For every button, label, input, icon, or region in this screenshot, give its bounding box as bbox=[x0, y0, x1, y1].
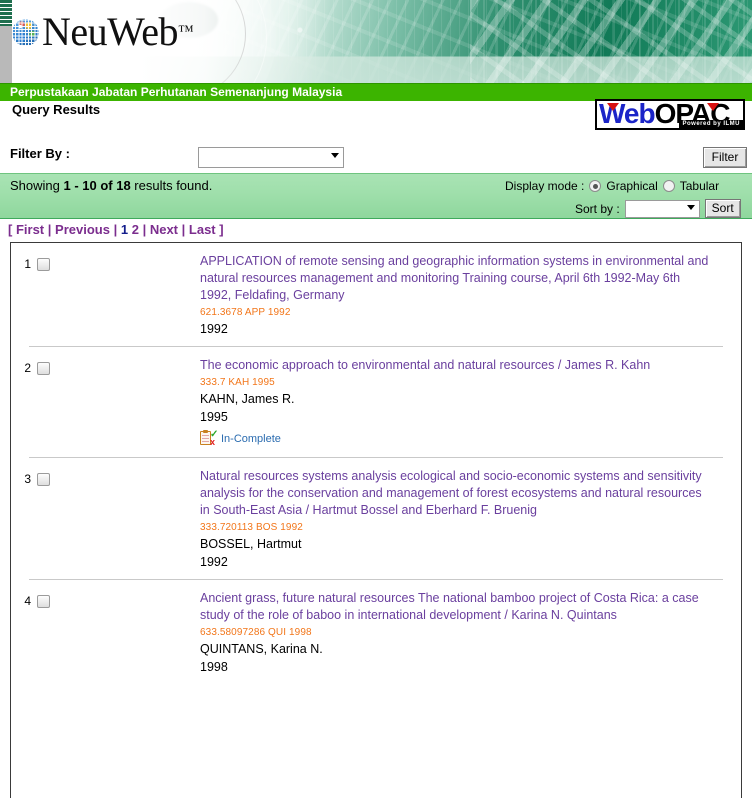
radio-graphical[interactable] bbox=[589, 180, 602, 192]
incomplete-clipboard-icon: ✓ x bbox=[200, 430, 218, 447]
chevron-down-icon bbox=[331, 153, 339, 158]
record-number: 4 bbox=[24, 594, 31, 608]
display-mode-label: Display mode : bbox=[505, 179, 585, 193]
red-triangle-icon-left bbox=[607, 103, 619, 111]
globe-icon bbox=[12, 18, 39, 46]
pagination-close-bracket: ] bbox=[219, 222, 224, 237]
cross-icon: x bbox=[210, 437, 216, 447]
record-year: 1992 bbox=[200, 555, 228, 569]
powered-by-label: Powered by ILMU bbox=[679, 120, 743, 128]
clipboard-line bbox=[202, 441, 209, 442]
pagination-separator: | bbox=[142, 222, 147, 237]
webopac-logo: WebOPAC Powered by ILMU bbox=[595, 99, 745, 130]
clipboard-line bbox=[202, 438, 209, 439]
table-row: 3 Natural resources systems analysis eco… bbox=[11, 458, 741, 569]
record-year: 1992 bbox=[200, 322, 228, 336]
record-call-number: 621.3678 APP 1992 bbox=[200, 307, 291, 318]
radio-tabular-label: Tabular bbox=[679, 179, 720, 193]
record-checkbox[interactable] bbox=[37, 473, 50, 486]
record-title-link[interactable]: Natural resources systems analysis ecolo… bbox=[200, 468, 710, 519]
record-author: KAHN, James R. bbox=[200, 392, 295, 406]
pagination-next[interactable]: Next bbox=[150, 222, 178, 237]
pagination-first[interactable]: First bbox=[16, 222, 44, 237]
record-call-number: 333.7 KAH 1995 bbox=[200, 377, 275, 388]
radio-tabular[interactable] bbox=[662, 180, 675, 192]
sort-by-select[interactable] bbox=[624, 199, 700, 218]
sort-button[interactable]: Sort bbox=[704, 199, 741, 218]
results-range: 1 - 10 of 18 bbox=[63, 178, 131, 193]
trademark-icon: ™ bbox=[177, 23, 194, 40]
clipboard-line bbox=[202, 435, 209, 436]
neuweb-logo: NeuWeb ™ bbox=[12, 12, 194, 52]
record-details: Ancient grass, future natural resources … bbox=[200, 590, 710, 674]
record-title-link[interactable]: The economic approach to environmental a… bbox=[200, 357, 710, 374]
record-details: APPLICATION of remote sensing and geogra… bbox=[200, 253, 710, 336]
pagination-open-bracket: [ bbox=[8, 222, 13, 237]
record-details: The economic approach to environmental a… bbox=[200, 357, 710, 447]
sort-group: Sort by : Sort bbox=[575, 199, 741, 218]
record-author: BOSSEL, Hartmut bbox=[200, 537, 302, 551]
pagination-previous[interactable]: Previous bbox=[55, 222, 110, 237]
page-title: Query Results bbox=[12, 102, 101, 117]
page-root: NeuWeb ™ Perpustakaan Jabatan Perhutanan… bbox=[0, 0, 752, 798]
display-mode-group: Display mode : Graphical Tabular bbox=[505, 179, 719, 193]
pagination-separator: | bbox=[47, 222, 52, 237]
filter-by-select[interactable] bbox=[198, 147, 344, 168]
table-row: 2 The economic approach to environmental… bbox=[11, 347, 741, 447]
banner-green-lines bbox=[0, 0, 12, 26]
record-checkbox[interactable] bbox=[37, 595, 50, 608]
pagination-page-2[interactable]: 2 bbox=[132, 222, 139, 237]
record-author: QUINTANS, Karina N. bbox=[200, 642, 323, 656]
pagination-page-1[interactable]: 1 bbox=[121, 222, 128, 237]
banner-keyboard-graphic bbox=[470, 0, 752, 83]
record-title-link[interactable]: APPLICATION of remote sensing and geogra… bbox=[200, 253, 710, 304]
showing-suffix: results found. bbox=[130, 178, 213, 193]
library-name-label: Perpustakaan Jabatan Perhutanan Semenanj… bbox=[10, 85, 343, 99]
pagination-last[interactable]: Last bbox=[189, 222, 216, 237]
record-title-link[interactable]: Ancient grass, future natural resources … bbox=[200, 590, 710, 624]
neuweb-logo-text: NeuWeb bbox=[42, 9, 178, 54]
record-checkbox[interactable] bbox=[37, 362, 50, 375]
red-triangle-icon-right bbox=[707, 103, 719, 111]
showing-prefix: Showing bbox=[10, 178, 64, 193]
chevron-down-icon bbox=[686, 204, 695, 210]
filter-button[interactable]: Filter bbox=[703, 147, 747, 168]
radio-graphical-label: Graphical bbox=[606, 179, 658, 193]
pagination-separator: | bbox=[181, 222, 186, 237]
table-row: 1 APPLICATION of remote sensing and geog… bbox=[11, 243, 741, 336]
status-badge: In-Complete bbox=[221, 432, 281, 445]
banner-left-edge-strip bbox=[0, 0, 12, 83]
record-number: 1 bbox=[24, 257, 31, 271]
record-call-number: 633.58097286 QUI 1998 bbox=[200, 627, 312, 638]
record-number: 3 bbox=[24, 472, 31, 486]
pagination: [ First | Previous | 1 2 | Next | Last ] bbox=[8, 222, 224, 237]
record-year: 1995 bbox=[200, 410, 228, 424]
record-checkbox[interactable] bbox=[37, 258, 50, 271]
pagination-separator: | bbox=[113, 222, 118, 237]
filter-by-label: Filter By : bbox=[10, 146, 70, 161]
record-status: ✓ x In-Complete bbox=[200, 430, 710, 447]
clipboard-clip bbox=[203, 430, 208, 433]
sort-by-label: Sort by : bbox=[575, 201, 620, 216]
table-row: 4 Ancient grass, future natural resource… bbox=[11, 580, 741, 674]
record-year: 1998 bbox=[200, 660, 228, 674]
results-count-text: Showing 1 - 10 of 18 results found. bbox=[10, 178, 212, 193]
record-number: 2 bbox=[24, 361, 31, 375]
record-details: Natural resources systems analysis ecolo… bbox=[200, 468, 710, 569]
record-call-number: 333.720113 BOS 1992 bbox=[200, 522, 303, 533]
site-banner: NeuWeb ™ bbox=[0, 0, 752, 83]
results-panel: 1 APPLICATION of remote sensing and geog… bbox=[10, 242, 742, 798]
